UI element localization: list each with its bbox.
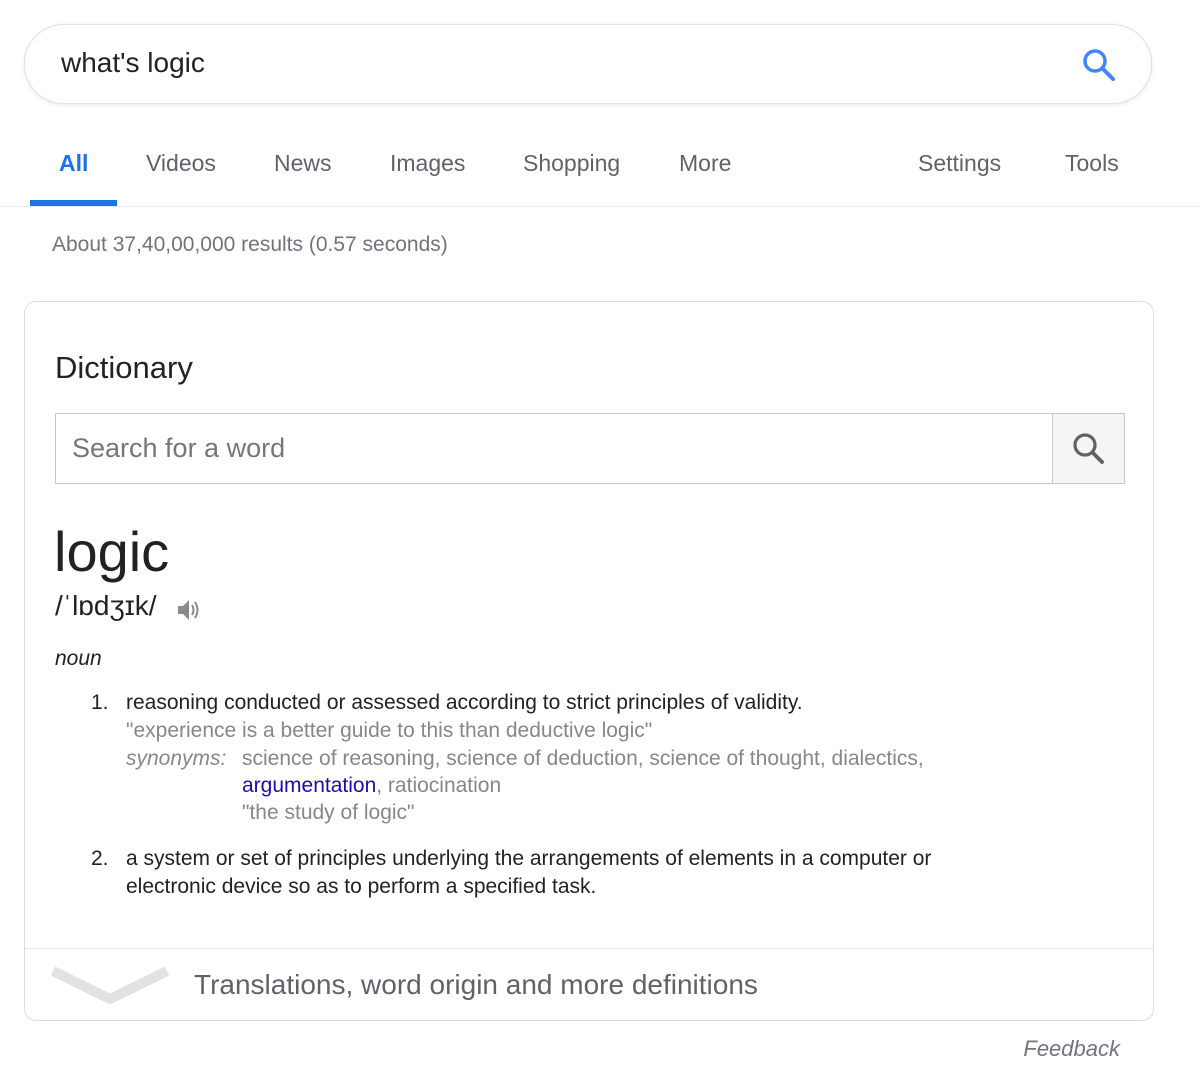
synonyms-label: synonyms:	[126, 747, 227, 770]
definition-number: 2.	[91, 847, 109, 870]
tab-all[interactable]: All	[59, 150, 88, 206]
synonym-link-argumentation[interactable]: argumentation	[242, 774, 376, 797]
more-definitions-label: Translations, word origin and more defin…	[194, 969, 758, 1000]
tab-news[interactable]: News	[274, 150, 332, 206]
synonyms-line-2: argumentation, ratiocination	[242, 774, 501, 798]
dictionary-search-box	[55, 413, 1125, 484]
search-bar[interactable]: what's logic	[24, 24, 1152, 104]
tab-videos[interactable]: Videos	[146, 150, 216, 206]
chevron-down-icon	[51, 966, 169, 1004]
synonyms-example: "the study of logic"	[242, 801, 415, 824]
definition-example: "experience is a better guide to this th…	[126, 719, 653, 742]
tab-images[interactable]: Images	[390, 150, 465, 206]
headword: logic	[54, 520, 170, 583]
dictionary-search-button[interactable]	[1052, 414, 1124, 483]
definition-text: reasoning conducted or assessed accordin…	[126, 691, 803, 714]
search-query-text[interactable]: what's logic	[61, 47, 205, 79]
tab-tools[interactable]: Tools	[1065, 150, 1119, 206]
search-icon[interactable]	[1081, 47, 1117, 83]
result-stats: About 37,40,00,000 results (0.57 seconds…	[52, 233, 448, 256]
speaker-icon[interactable]	[175, 596, 203, 624]
dictionary-title: Dictionary	[55, 350, 193, 385]
active-tab-indicator	[30, 200, 117, 206]
more-definitions-expander[interactable]: Translations, word origin and more defin…	[25, 948, 1153, 1021]
dictionary-search-input[interactable]	[56, 414, 1052, 483]
part-of-speech: noun	[55, 647, 102, 670]
definition-text-line-2: electronic device so as to perform a spe…	[126, 875, 597, 898]
search-icon	[1073, 433, 1104, 464]
tab-more[interactable]: More	[679, 150, 731, 206]
definition-number: 1.	[91, 691, 109, 714]
dictionary-card: Dictionary logic /ˈlɒdʒɪk/ noun 1. reaso…	[24, 301, 1154, 1021]
phonetic: /ˈlɒdʒɪk/	[55, 590, 157, 621]
tab-shopping[interactable]: Shopping	[523, 150, 620, 206]
synonyms-line-2-rest: , ratiocination	[376, 774, 502, 797]
synonyms-line-1: science of reasoning, science of deducti…	[242, 747, 924, 770]
feedback-link[interactable]: Feedback	[1023, 1036, 1120, 1062]
search-tabs: All Videos News Images Shopping More Set…	[0, 120, 1200, 207]
definition-text-line-1: a system or set of principles underlying…	[126, 847, 932, 870]
tab-settings[interactable]: Settings	[918, 150, 1001, 206]
